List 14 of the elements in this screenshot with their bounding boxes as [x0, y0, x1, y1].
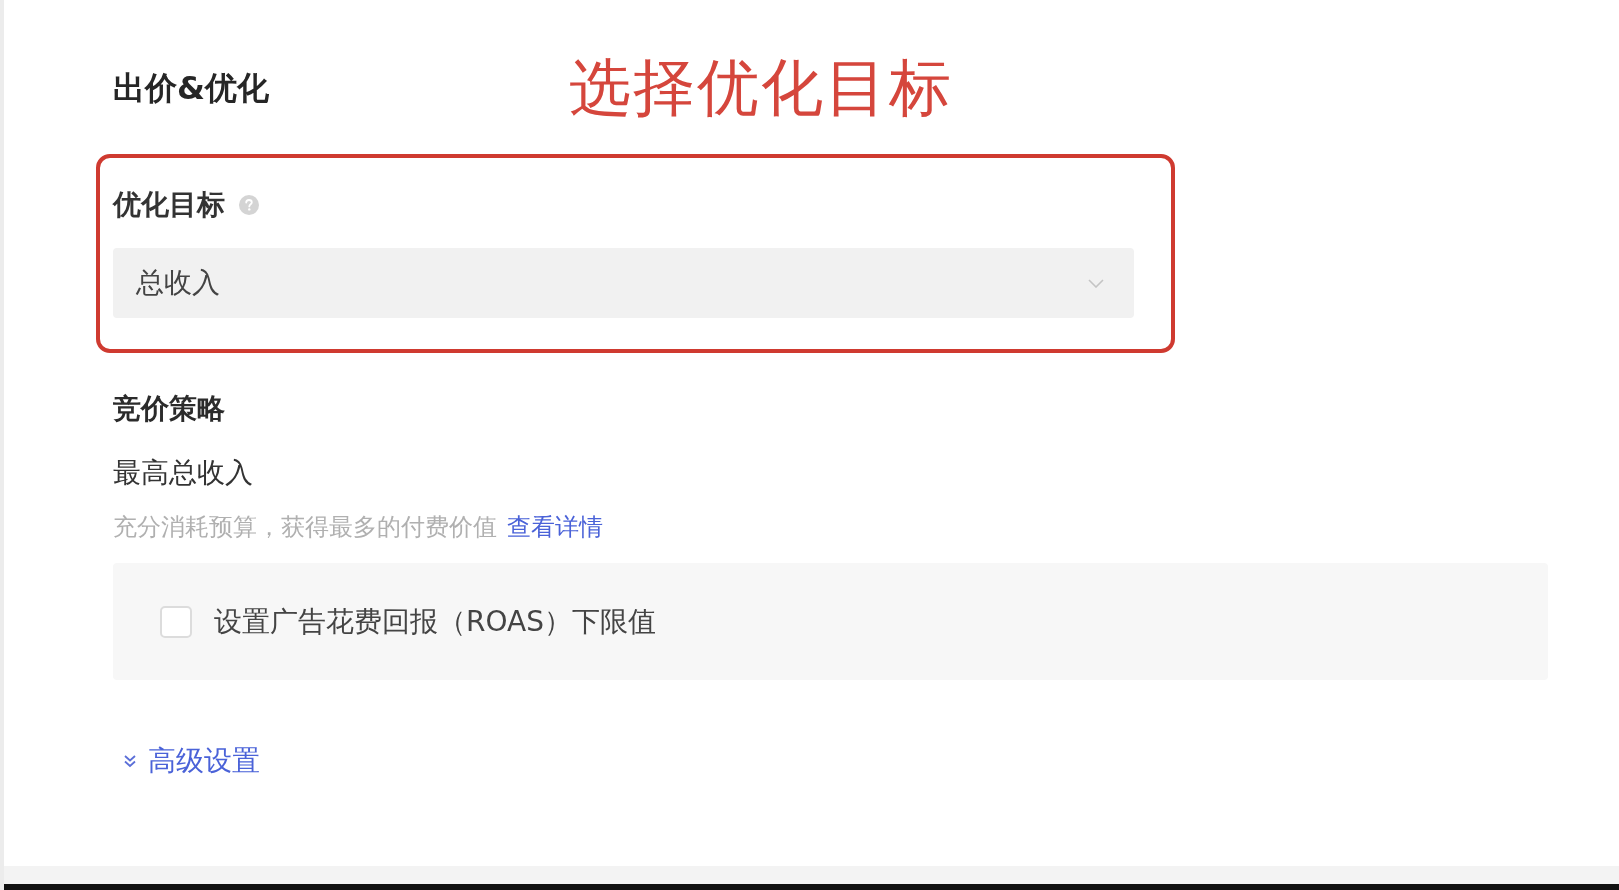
- field-label: 优化目标: [113, 189, 225, 221]
- strategy-description: 充分消耗预算，获得最多的付费价值: [113, 513, 497, 541]
- checkbox[interactable]: [160, 605, 192, 638]
- double-chevron-icon: [123, 754, 137, 768]
- strategy-name: 最高总收入: [113, 457, 253, 489]
- checkbox-label[interactable]: 设置广告花费回报（ROAS）下限值: [214, 602, 656, 641]
- chevron-down-icon: [1088, 278, 1104, 288]
- help-icon[interactable]: [239, 195, 259, 215]
- advanced-settings-link[interactable]: 高级设置: [123, 745, 260, 777]
- section-title: 出价&优化: [113, 68, 269, 108]
- annotation-text: 选择优化目标: [568, 51, 953, 125]
- goal-select[interactable]: 总收入: [113, 248, 1134, 318]
- details-link[interactable]: 查看详情: [507, 513, 603, 541]
- section-heading: 竞价策略: [113, 393, 225, 425]
